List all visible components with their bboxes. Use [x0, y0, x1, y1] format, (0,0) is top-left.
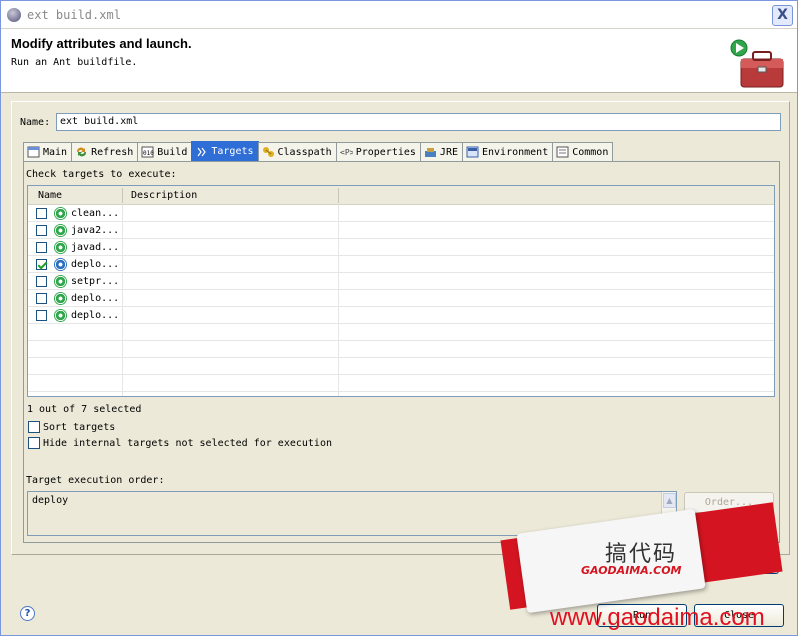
table-row[interactable]: deplo... [28, 307, 774, 324]
table-header: Name Description [28, 186, 774, 205]
target-checkbox[interactable] [36, 259, 47, 270]
target-name: deplo... [71, 293, 120, 304]
hide-internal-option[interactable]: Hide internal targets not selected for e… [28, 437, 332, 449]
column-gridline [338, 205, 339, 396]
help-icon[interactable]: ? [20, 606, 35, 621]
tab-label: Targets [211, 146, 254, 157]
targets-table: Name Description clean... java2... javad… [27, 185, 775, 397]
tab-targets[interactable]: Targets [191, 141, 259, 161]
empty-row [28, 358, 774, 375]
refresh-icon [77, 147, 87, 157]
svg-text:010: 010 [143, 150, 154, 157]
column-header-description[interactable]: Description [131, 190, 197, 201]
build-icon: 010 [141, 146, 154, 158]
title-bar[interactable]: ext build.xml X [1, 1, 797, 29]
name-label: Name: [20, 117, 51, 128]
tab-common[interactable]: Common [552, 142, 614, 161]
hide-internal-label: Hide internal targets not selected for e… [43, 437, 332, 449]
ant-target-icon [54, 224, 67, 237]
tab-label: JRE [439, 146, 458, 158]
column-header-name[interactable]: Name [38, 190, 62, 201]
header-banner: Modify attributes and launch. Run an Ant… [1, 29, 797, 93]
targets-icon [197, 147, 207, 156]
ant-toolbox-icon [730, 39, 784, 88]
target-name: java2... [71, 225, 120, 236]
column-divider[interactable] [338, 188, 339, 203]
tab-refresh[interactable]: Refresh [71, 142, 139, 161]
tab-strip: Main Refresh 010 Build Targets Classpath… [23, 141, 614, 161]
target-checkbox[interactable] [36, 225, 47, 236]
scroll-up-arrow-icon[interactable]: ▲ [663, 493, 676, 508]
empty-row [28, 341, 774, 358]
tab-label: Common [572, 146, 609, 158]
ant-target-icon [54, 292, 67, 305]
target-checkbox[interactable] [36, 276, 47, 287]
target-name: deplo... [71, 310, 120, 321]
sort-targets-option[interactable]: Sort targets [28, 421, 115, 433]
execution-order-label: Target execution order: [26, 475, 165, 486]
target-checkbox[interactable] [36, 208, 47, 219]
target-checkbox[interactable] [36, 293, 47, 304]
selected-count: 1 out of 7 selected [27, 404, 142, 415]
tab-build[interactable]: 010 Build [137, 142, 193, 161]
target-name: setpr... [71, 276, 120, 287]
eclipse-icon [7, 8, 21, 22]
table-row[interactable]: clean... [28, 205, 774, 222]
target-name: javad... [71, 242, 120, 253]
target-checkbox[interactable] [36, 310, 47, 321]
jre-icon [424, 148, 436, 157]
sort-targets-checkbox[interactable] [28, 421, 40, 433]
check-targets-label: Check targets to execute: [26, 169, 177, 180]
hide-internal-checkbox[interactable] [28, 437, 40, 449]
table-row[interactable]: javad... [28, 239, 774, 256]
target-name: clean... [71, 208, 120, 219]
watermark-brand: GAODAIMA.COM [581, 564, 682, 577]
sort-targets-label: Sort targets [43, 421, 116, 433]
dialog-window: ext build.xml X Modify attributes and la… [0, 0, 798, 636]
tab-label: Classpath [277, 146, 332, 158]
table-row[interactable]: setpr... [28, 273, 774, 290]
tab-main[interactable]: Main [23, 142, 73, 161]
column-divider[interactable] [122, 188, 123, 203]
common-icon [556, 146, 569, 158]
ant-target-icon [54, 207, 67, 220]
window-title: ext build.xml [27, 8, 121, 22]
name-input[interactable]: ext build.xml [56, 113, 781, 131]
tab-jre[interactable]: JRE [419, 142, 463, 161]
tab-label: Build [157, 146, 188, 158]
tab-label: Environment [481, 146, 549, 158]
classpath-icon [262, 147, 274, 157]
target-name: deplo... [71, 259, 120, 270]
tab-label: Main [43, 146, 68, 158]
ant-target-icon [54, 275, 67, 288]
ant-default-target-icon [54, 258, 67, 271]
column-gridline [122, 205, 123, 396]
tab-properties[interactable]: <P> Properties [335, 142, 421, 161]
tab-label: Properties [355, 146, 416, 158]
banner-subtitle: Run an Ant buildfile. [11, 57, 138, 68]
target-checkbox[interactable] [36, 242, 47, 253]
main-icon [27, 146, 40, 158]
watermark-url: www.gaodaima.com [550, 604, 765, 631]
table-row[interactable]: deplo... [28, 256, 774, 273]
svg-text:<P>: <P> [340, 148, 353, 157]
properties-icon: <P> [340, 148, 353, 157]
tab-label: Refresh [91, 146, 134, 158]
empty-row [28, 324, 774, 341]
window-close-button[interactable]: X [772, 5, 793, 26]
tab-environment[interactable]: Environment [461, 142, 554, 161]
tab-classpath[interactable]: Classpath [257, 142, 337, 161]
environment-icon [466, 146, 479, 158]
table-row[interactable]: deplo... [28, 290, 774, 307]
banner-title: Modify attributes and launch. [11, 36, 192, 51]
empty-row [28, 375, 774, 392]
ant-target-icon [54, 309, 67, 322]
ant-target-icon [54, 241, 67, 254]
table-row[interactable]: java2... [28, 222, 774, 239]
